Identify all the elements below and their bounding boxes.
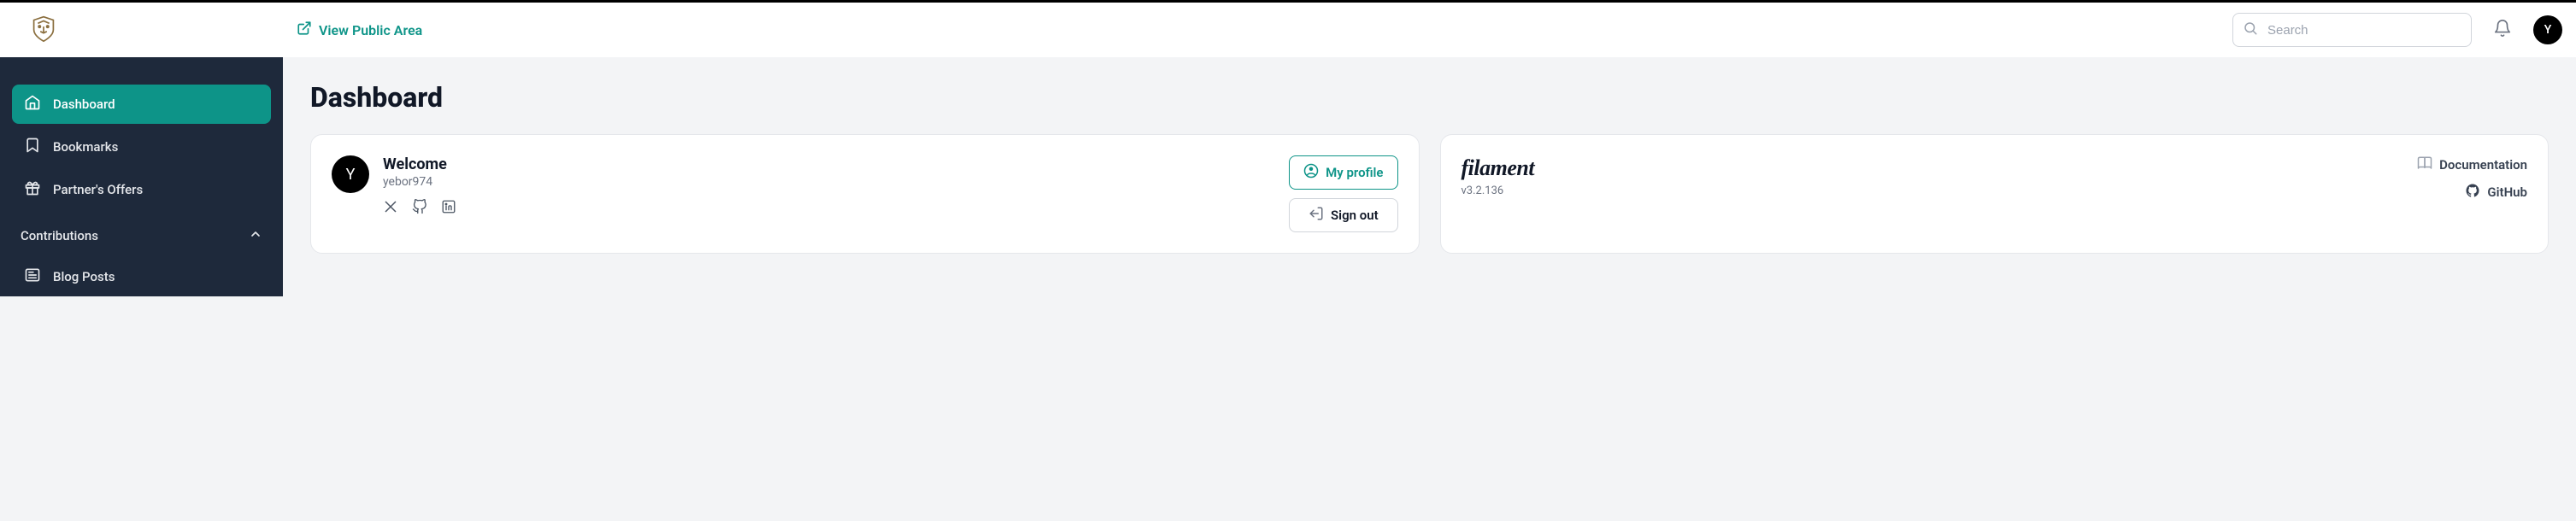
sidebar-item-bookmarks[interactable]: Bookmarks — [12, 127, 271, 167]
logo-area — [14, 12, 283, 48]
chevron-up-icon — [249, 227, 262, 244]
user-avatar[interactable]: Y — [2533, 15, 2562, 44]
welcome-card: Y Welcome yebor974 — [310, 134, 1420, 254]
github-icon[interactable] — [412, 199, 427, 218]
home-icon — [24, 94, 41, 114]
user-circle-icon — [1303, 163, 1319, 182]
github-icon — [2465, 183, 2480, 202]
external-link-icon — [297, 20, 312, 39]
view-public-label: View Public Area — [319, 22, 422, 38]
sidebar-item-label: Blog Posts — [53, 269, 115, 284]
search-icon — [2243, 20, 2258, 39]
sidebar-item-label: Bookmarks — [53, 139, 118, 155]
notifications-button[interactable] — [2485, 13, 2520, 47]
sidebar-item-dashboard[interactable]: Dashboard — [12, 85, 271, 124]
sidebar-item-label: Partner's Offers — [53, 182, 143, 197]
bell-icon — [2493, 19, 2512, 41]
button-label: Sign out — [1331, 208, 1379, 223]
welcome-username: yebor974 — [383, 175, 456, 189]
my-profile-button[interactable]: My profile — [1289, 155, 1397, 190]
sidebar-item-blog-posts[interactable]: Blog Posts — [12, 257, 271, 296]
sidebar-item-partners-offers[interactable]: Partner's Offers — [12, 170, 271, 209]
sidebar-group-label: Contributions — [21, 228, 98, 243]
filament-version: v3.2.136 — [1461, 184, 1535, 197]
button-label: My profile — [1326, 165, 1383, 180]
avatar-letter: Y — [2544, 23, 2552, 37]
x-twitter-icon[interactable] — [383, 199, 398, 218]
signout-icon — [1309, 206, 1324, 225]
sign-out-button[interactable]: Sign out — [1289, 198, 1397, 232]
app-logo[interactable] — [27, 12, 60, 48]
link-label: GitHub — [2487, 184, 2527, 200]
main-content: Dashboard Y Welcome yebor974 — [283, 57, 2576, 296]
bookmark-icon — [24, 137, 41, 157]
github-link[interactable]: GitHub — [2465, 183, 2527, 202]
sidebar-group-contributions[interactable]: Contributions — [12, 218, 271, 254]
link-label: Documentation — [2439, 157, 2527, 173]
search-input[interactable] — [2232, 13, 2472, 47]
newspaper-icon — [24, 266, 41, 287]
welcome-title: Welcome — [383, 155, 456, 173]
documentation-link[interactable]: Documentation — [2417, 155, 2527, 174]
gift-icon — [24, 179, 41, 200]
topbar: View Public Area Y — [0, 3, 2576, 57]
book-icon — [2417, 155, 2432, 174]
sidebar-item-label: Dashboard — [53, 97, 115, 112]
filament-card: filament v3.2.136 Documentation — [1440, 134, 2550, 254]
search-field[interactable] — [2232, 13, 2472, 47]
filament-logo: filament — [1461, 155, 1535, 181]
view-public-link[interactable]: View Public Area — [297, 20, 422, 39]
page-title: Dashboard — [310, 81, 2549, 114]
sidebar: Dashboard Bookmarks Partner's Offers — [0, 57, 283, 296]
welcome-avatar: Y — [332, 155, 369, 193]
linkedin-icon[interactable] — [441, 199, 456, 218]
